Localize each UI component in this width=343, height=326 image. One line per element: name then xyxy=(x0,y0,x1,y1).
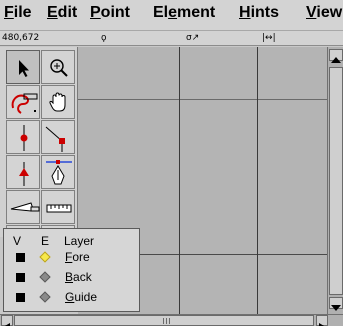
pointer-tool-icon xyxy=(19,60,29,77)
arrow-right-icon xyxy=(319,323,325,326)
edit-layer-diamond-icon[interactable] xyxy=(39,251,51,263)
menu-point[interactable]: Point xyxy=(90,4,130,22)
corner-point-tool-icon xyxy=(45,126,65,152)
scroll-right-button[interactable] xyxy=(316,315,328,326)
curve-point-tool-icon xyxy=(20,125,28,151)
tangent-point-tool-icon xyxy=(19,162,29,186)
scroll-up-button[interactable] xyxy=(329,49,343,63)
pen-tool[interactable] xyxy=(41,155,75,189)
ruler-tool-icon xyxy=(46,204,72,213)
pen-tool-icon xyxy=(46,160,72,185)
cursor-coordinates: 480,672 xyxy=(2,33,40,43)
ascent-guideline xyxy=(78,99,327,100)
tangent-point-tool[interactable] xyxy=(6,155,40,189)
layer-label-back: Back xyxy=(65,270,92,284)
vertical-scroll-thumb[interactable] xyxy=(329,67,343,295)
menu-hints[interactable]: Hints xyxy=(239,4,279,22)
origin-guideline xyxy=(179,47,180,314)
arrow-down-icon xyxy=(331,305,341,311)
freehand-tool-icon xyxy=(11,93,38,114)
tool-palette xyxy=(0,47,78,259)
horizontal-scrollbar[interactable] xyxy=(0,314,343,326)
layer-label-fore: Fore xyxy=(65,250,90,264)
freehand-tool[interactable] xyxy=(6,85,40,119)
pointer-tool[interactable] xyxy=(6,50,40,84)
layer-row-fore[interactable]: Fore xyxy=(4,249,139,267)
magnify-tool-icon xyxy=(50,59,68,77)
corner-point-tool[interactable] xyxy=(41,120,75,154)
menu-element[interactable]: Element xyxy=(153,4,215,22)
knife-tool[interactable] xyxy=(6,190,40,224)
visibility-checkbox[interactable] xyxy=(16,273,25,282)
scroll-grip xyxy=(169,318,170,324)
info-bar: 480,672 ϙ σ↗ |↔| xyxy=(0,30,343,46)
ruler-tool[interactable] xyxy=(41,190,75,224)
vertical-scrollbar[interactable] xyxy=(327,47,343,314)
layer-label-guide: Guide xyxy=(65,290,98,304)
arrow-left-icon xyxy=(4,323,10,326)
magnify-tool[interactable] xyxy=(41,50,75,84)
edit-layer-diamond-icon[interactable] xyxy=(39,271,51,283)
curve-point-tool[interactable] xyxy=(6,120,40,154)
visibility-checkbox[interactable] xyxy=(16,293,25,302)
scroll-left-button[interactable] xyxy=(1,315,13,326)
advance-width-guideline xyxy=(257,47,258,314)
scroll-down-button[interactable] xyxy=(329,297,343,311)
editable-column-header: E xyxy=(41,234,50,248)
scroll-hand-tool[interactable] xyxy=(41,85,75,119)
tangent-info-icon: σ↗ xyxy=(186,33,200,43)
layer-row-guide[interactable]: Guide xyxy=(4,289,139,307)
menu-edit[interactable]: Edit xyxy=(47,4,77,22)
layer-row-back[interactable]: Back xyxy=(4,269,139,287)
visible-column-header: V xyxy=(13,234,22,248)
menu-bar: File Edit Point Element Hints View xyxy=(0,0,343,30)
layer-column-header: Layer xyxy=(64,234,95,248)
edit-layer-diamond-icon[interactable] xyxy=(39,291,51,303)
visibility-checkbox[interactable] xyxy=(16,253,25,262)
point-info-icon: ϙ xyxy=(101,33,107,43)
menu-view[interactable]: View xyxy=(306,4,342,22)
width-info-icon: |↔| xyxy=(262,33,276,43)
arrow-up-icon xyxy=(331,57,341,63)
horizontal-scroll-thumb[interactable] xyxy=(14,315,314,326)
scroll-grip xyxy=(166,318,167,324)
knife-tool-icon xyxy=(10,202,40,212)
layers-palette: V E Layer Fore Back Guide xyxy=(3,228,140,312)
menu-file[interactable]: File xyxy=(4,4,32,22)
scroll-hand-tool-icon xyxy=(49,92,66,112)
scroll-grip xyxy=(163,318,164,324)
